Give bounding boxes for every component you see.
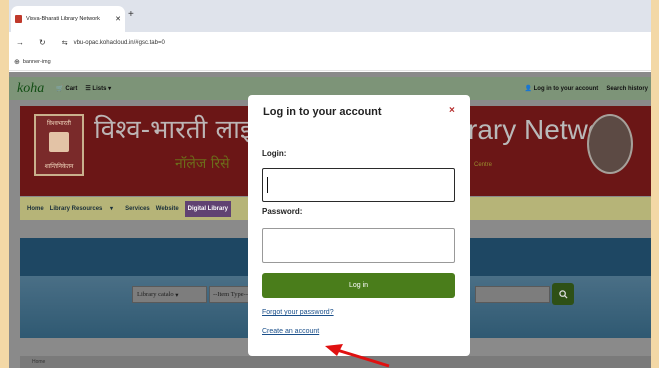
annotation-arrow-icon	[325, 344, 390, 368]
tab-strip: Visva-Bharati Library Network ✕ +	[9, 0, 651, 32]
browser-tab[interactable]: Visva-Bharati Library Network ✕	[11, 6, 125, 32]
login-button[interactable]: Log in	[262, 273, 455, 298]
modal-backdrop[interactable]: Log in to your account × Login: Password…	[9, 72, 651, 368]
password-label: Password:	[262, 207, 303, 216]
browser-window: Visva-Bharati Library Network ✕ + → ↻ ⇆ …	[9, 0, 651, 368]
forgot-password-link[interactable]: Forgot your password?	[262, 309, 334, 316]
forward-icon[interactable]: →	[16, 38, 24, 47]
login-label: Login:	[262, 149, 287, 158]
reload-icon[interactable]: ↻	[39, 38, 46, 47]
bookmark-banner-img[interactable]: banner-img	[23, 59, 51, 65]
password-input[interactable]	[262, 228, 455, 263]
globe-icon: ⊕	[14, 58, 20, 66]
site-favicon-icon	[15, 15, 22, 23]
text-cursor	[267, 177, 268, 193]
modal-title: Log in to your account	[263, 106, 382, 118]
login-modal: Log in to your account × Login: Password…	[248, 95, 470, 356]
url-text[interactable]: vbu-opac.kohacloud.in/#gsc.tab=0	[74, 40, 165, 46]
close-icon[interactable]: ×	[449, 105, 455, 116]
bookmarks-bar: ⊕ banner-img	[9, 53, 651, 71]
new-tab-button[interactable]: +	[128, 9, 134, 20]
webpage: koha 🛒 Cart ☰ Lists ▾ 👤 Log in to your a…	[9, 72, 651, 368]
create-account-link[interactable]: Create an account	[262, 328, 319, 335]
site-settings-icon[interactable]: ⇆	[62, 39, 68, 47]
login-input[interactable]	[262, 168, 455, 202]
tab-close-icon[interactable]: ✕	[115, 15, 121, 23]
address-bar: → ↻ ⇆ vbu-opac.kohacloud.in/#gsc.tab=0	[9, 32, 651, 53]
tab-title: Visva-Bharati Library Network	[26, 16, 100, 22]
